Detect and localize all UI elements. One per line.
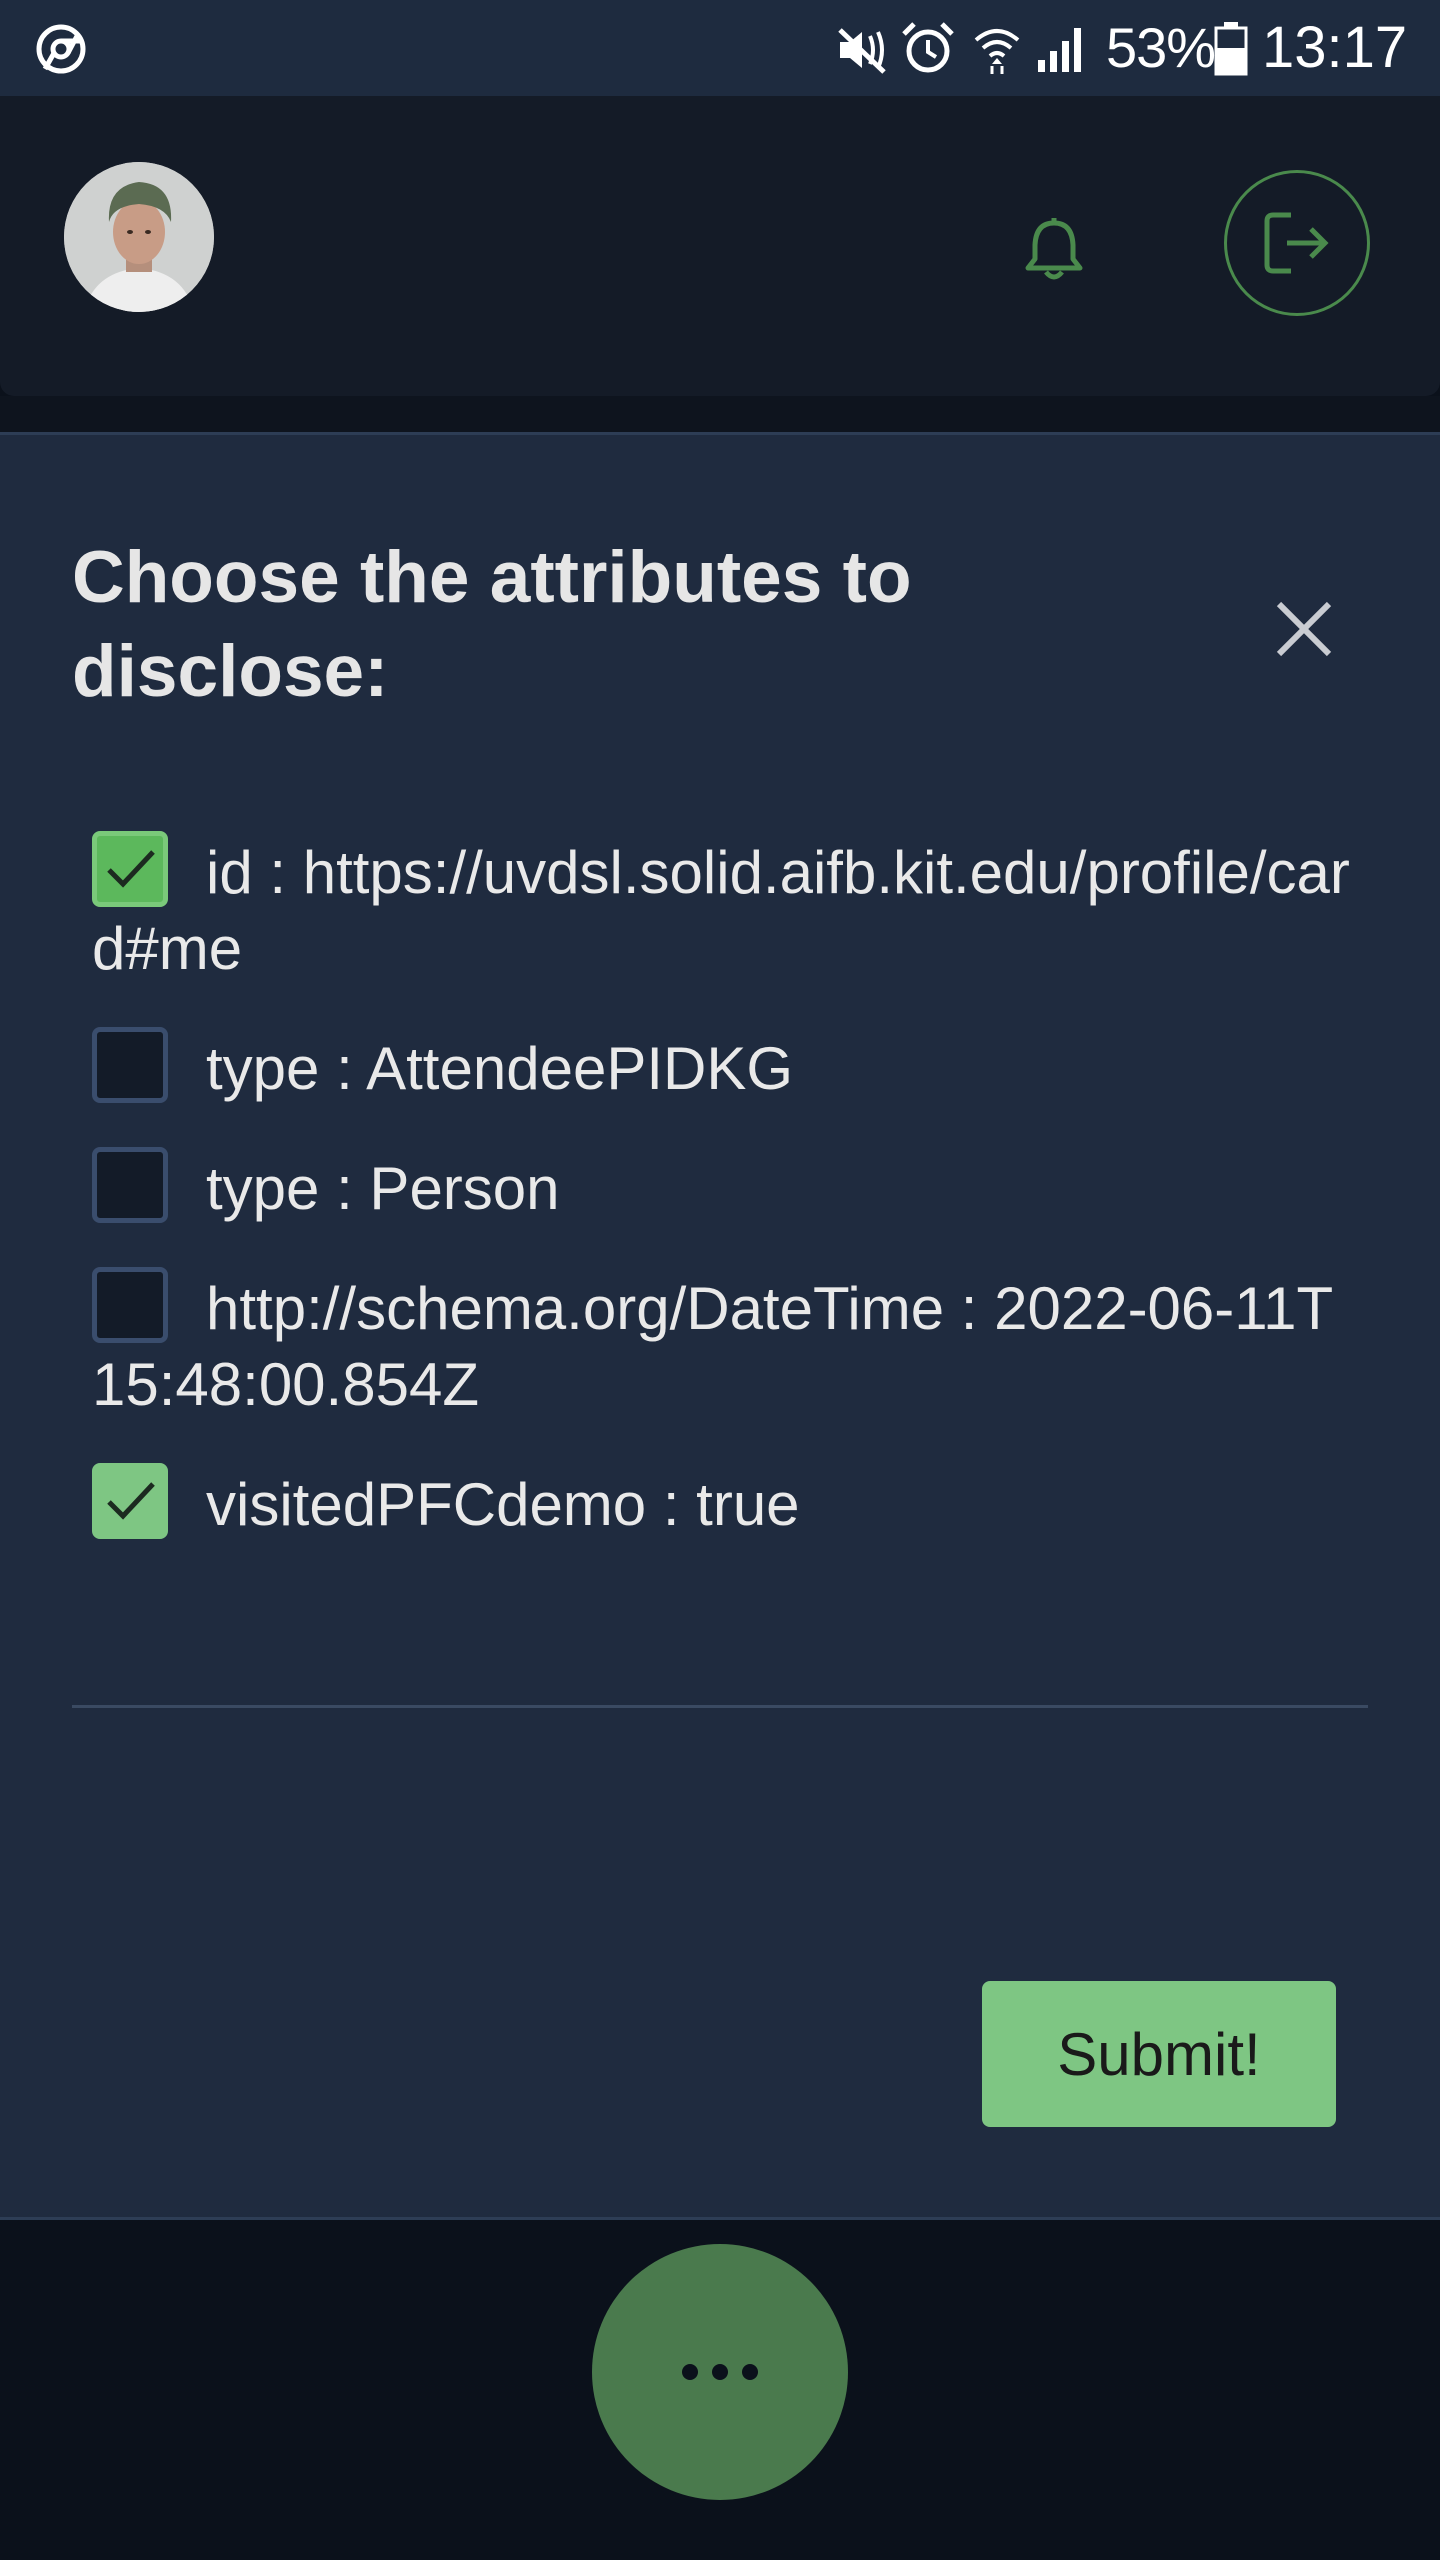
attribute-label: visitedPFCdemo : true [206, 1471, 800, 1538]
disclose-attributes-modal: Choose the attributes to disclose: id : … [0, 432, 1440, 2220]
battery-percent: 53% [1106, 16, 1216, 79]
avatar[interactable] [64, 162, 214, 312]
modal-divider [72, 1705, 1368, 1708]
logout-button[interactable] [1224, 170, 1370, 316]
bottom-bar [0, 2220, 1440, 2560]
app-screen: 53% 13:17 Choose the attributes to discl… [0, 0, 1440, 2560]
attribute-item: visitedPFCdemo : true [92, 1463, 1352, 1543]
header-shadow [0, 396, 1440, 432]
wifi-icon [974, 29, 1020, 74]
attribute-checkbox-datetime[interactable] [92, 1267, 168, 1343]
attribute-checkbox-type-attendee[interactable] [92, 1027, 168, 1103]
status-clock: 13:17 [1262, 15, 1408, 80]
notifications-button[interactable] [1012, 208, 1096, 292]
checkmark-icon [107, 1482, 155, 1520]
mute-icon [838, 28, 886, 74]
battery-icon [1214, 22, 1248, 76]
more-button[interactable] [592, 2244, 848, 2500]
logout-icon [1264, 212, 1329, 274]
attribute-item: type : Person [92, 1147, 1352, 1227]
attribute-checkbox-visited[interactable] [92, 1463, 168, 1539]
checkmark-icon [107, 850, 155, 888]
attribute-checkbox-type-person[interactable] [92, 1147, 168, 1223]
attribute-label: http://schema.org/DateTime : 2022-06-11T… [92, 1275, 1334, 1418]
user-avatar-icon [64, 162, 214, 312]
close-icon [1276, 601, 1332, 657]
chrome-icon [36, 24, 86, 74]
attribute-label: type : Person [206, 1155, 560, 1222]
attribute-item: type : AttendeePIDKG [92, 1027, 1352, 1107]
bell-icon [1025, 218, 1083, 280]
submit-button[interactable]: Submit! [982, 1981, 1336, 2127]
attribute-list: id : https://uvdsl.solid.aifb.kit.edu/pr… [92, 831, 1352, 1587]
attribute-label: type : AttendeePIDKG [206, 1035, 794, 1102]
modal-title: Choose the attributes to disclose: [72, 537, 912, 712]
attribute-checkbox-id[interactable] [92, 831, 168, 907]
signal-icon [1038, 28, 1081, 72]
attribute-label: id : https://uvdsl.solid.aifb.kit.edu/pr… [92, 839, 1350, 982]
status-bar: 53% 13:17 [0, 0, 1440, 96]
close-button[interactable] [1266, 591, 1342, 667]
alarm-icon [902, 22, 954, 73]
app-header [0, 96, 1440, 396]
attribute-item: http://schema.org/DateTime : 2022-06-11T… [92, 1267, 1352, 1423]
more-dots-icon [682, 2364, 758, 2380]
attribute-item: id : https://uvdsl.solid.aifb.kit.edu/pr… [92, 831, 1352, 987]
